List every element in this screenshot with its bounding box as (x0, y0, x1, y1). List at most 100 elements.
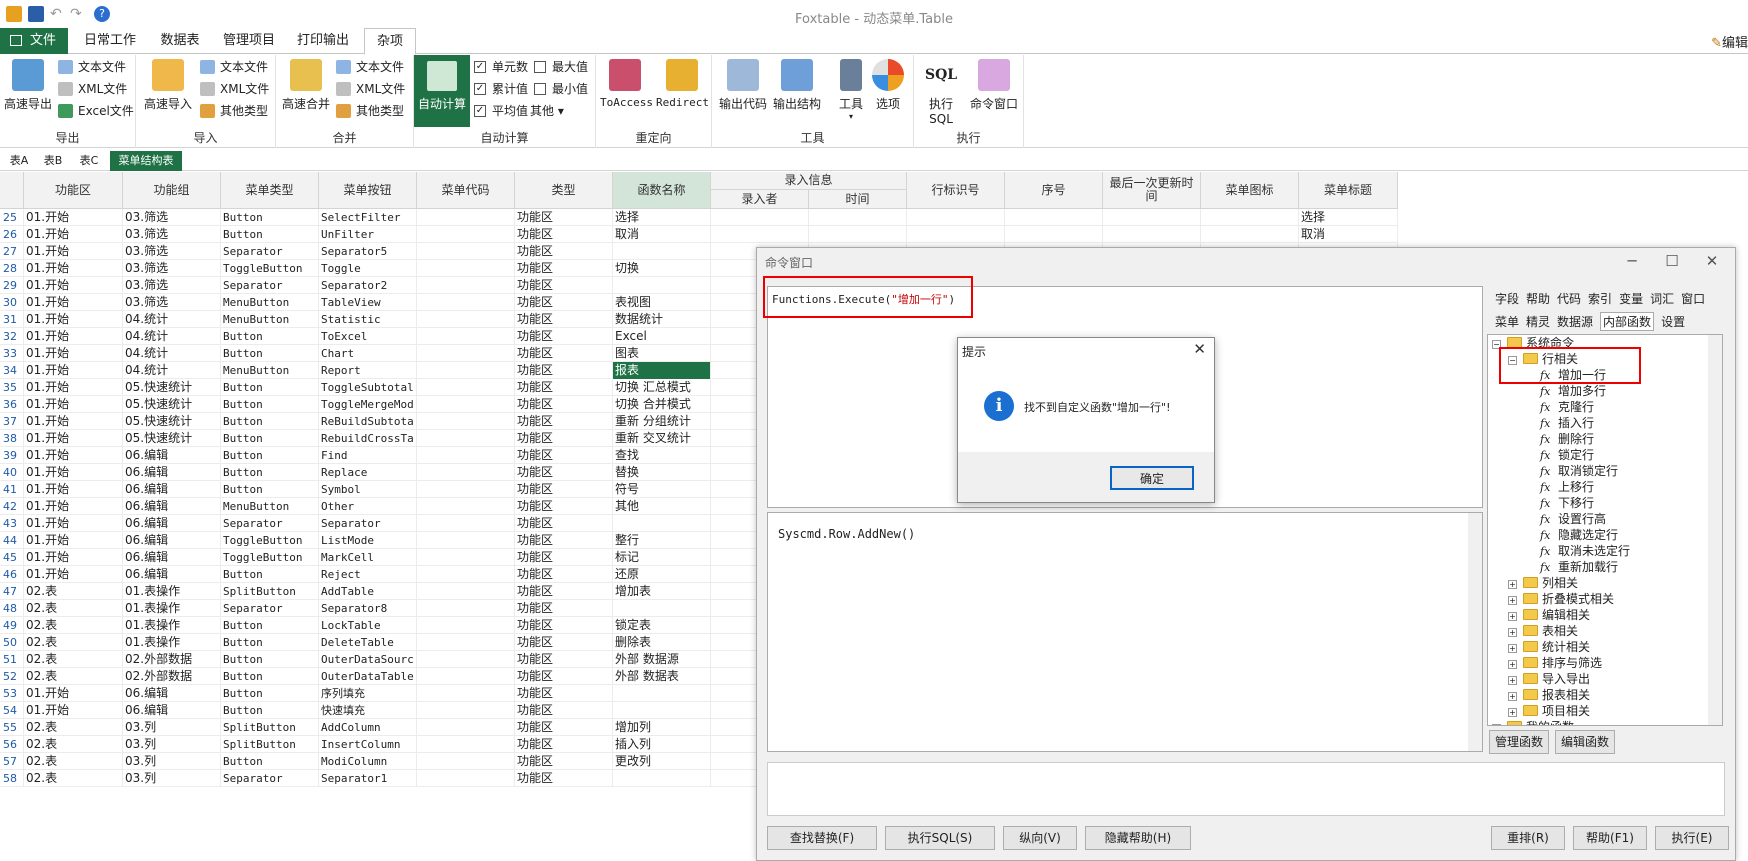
tools-button[interactable]: 工具 ▾ (836, 59, 866, 121)
table-cell[interactable]: 查找 (613, 447, 711, 464)
help-f1-button[interactable]: 帮助(F1) (1573, 826, 1647, 850)
maximize-icon[interactable]: ☐ (1655, 250, 1689, 272)
table-cell[interactable]: SplitButton (221, 736, 319, 753)
table-cell[interactable]: Button (221, 226, 319, 243)
table-cell[interactable]: 02.表 (24, 770, 123, 787)
table-cell[interactable]: 功能区 (515, 719, 613, 736)
table-cell[interactable] (417, 634, 515, 651)
table-cell[interactable] (417, 328, 515, 345)
table-cell[interactable]: 03.筛选 (123, 277, 221, 294)
tree-function-item[interactable]: fx 删除行 (1540, 431, 1594, 447)
row-number[interactable]: 56 (0, 736, 24, 753)
table-cell[interactable]: 01.开始 (24, 345, 123, 362)
tree-function-item[interactable]: fx 插入行 (1540, 415, 1594, 431)
table-cell[interactable]: 锁定表 (613, 617, 711, 634)
table-cell[interactable]: 01.开始 (24, 328, 123, 345)
tree-function-item[interactable]: fx 取消锁定行 (1540, 463, 1618, 479)
export-excel-button[interactable]: Excel文件 (58, 101, 134, 121)
table-cell[interactable]: 04.统计 (123, 345, 221, 362)
table-cell[interactable]: 数据统计 (613, 311, 711, 328)
table-cell[interactable]: ModiColumn (319, 753, 417, 770)
row-number[interactable]: 50 (0, 634, 24, 651)
col-header[interactable]: 行标识号 (907, 172, 1005, 209)
table-cell[interactable]: Button (221, 617, 319, 634)
table-cell[interactable] (417, 362, 515, 379)
table-cell[interactable]: Button (221, 430, 319, 447)
table-cell[interactable]: 06.编辑 (123, 566, 221, 583)
rearrange-button[interactable]: 重排(R) (1491, 826, 1565, 850)
output-box[interactable] (767, 762, 1725, 816)
table-cell[interactable]: 01.开始 (24, 498, 123, 515)
tree-function-item[interactable]: fx 上移行 (1540, 479, 1594, 495)
table-cell[interactable]: 01.开始 (24, 532, 123, 549)
table-cell[interactable]: 功能区 (515, 685, 613, 702)
table-cell[interactable] (613, 243, 711, 260)
tree-group[interactable]: + 报表相关 (1508, 687, 1590, 703)
table-cell[interactable]: 功能区 (515, 702, 613, 719)
check-max[interactable]: 最大值 (534, 57, 588, 77)
sheet-tab-a[interactable]: 表A (4, 151, 34, 171)
tree-function-item[interactable]: fx 隐藏选定行 (1540, 527, 1618, 543)
table-cell[interactable]: 功能区 (515, 277, 613, 294)
table-cell[interactable]: 功能区 (515, 736, 613, 753)
row-number[interactable]: 31 (0, 311, 24, 328)
table-cell[interactable]: 03.筛选 (123, 209, 221, 226)
table-cell[interactable]: 符号 (613, 481, 711, 498)
table-cell[interactable]: 功能区 (515, 209, 613, 226)
table-cell[interactable]: Button (221, 464, 319, 481)
other-dropdown[interactable]: 其他 ▾ (530, 101, 564, 121)
table-cell[interactable]: 04.统计 (123, 328, 221, 345)
table-cell[interactable]: RebuildCrossTa (319, 430, 417, 447)
close-icon[interactable]: ✕ (1695, 250, 1729, 272)
table-cell[interactable]: 更改列 (613, 753, 711, 770)
table-cell[interactable]: 01.开始 (24, 277, 123, 294)
table-cell[interactable]: 切换 (613, 260, 711, 277)
table-cell[interactable]: Button (221, 753, 319, 770)
table-cell[interactable]: 01.开始 (24, 396, 123, 413)
table-cell[interactable]: SplitButton (221, 719, 319, 736)
table-cell[interactable]: 03.筛选 (123, 294, 221, 311)
edit-functions-button[interactable]: 编辑函数 (1555, 730, 1615, 754)
table-cell[interactable]: 03.列 (123, 719, 221, 736)
table-cell[interactable]: 功能区 (515, 583, 613, 600)
table-cell[interactable]: 06.编辑 (123, 464, 221, 481)
import-other-button[interactable]: 其他类型 (200, 101, 268, 121)
table-cell[interactable] (417, 668, 515, 685)
table-cell[interactable]: Button (221, 379, 319, 396)
table-cell[interactable]: 01.开始 (24, 430, 123, 447)
table-cell[interactable]: Button (221, 345, 319, 362)
table-cell[interactable]: 04.统计 (123, 362, 221, 379)
merge-text-button[interactable]: 文本文件 (336, 57, 404, 77)
col-header[interactable]: 函数名称 (613, 172, 711, 209)
tab-index[interactable]: 索引 (1588, 290, 1612, 307)
table-cell[interactable]: SelectFilter (319, 209, 417, 226)
table-cell[interactable]: Button (221, 209, 319, 226)
tab-variable[interactable]: 变量 (1619, 290, 1643, 307)
minimize-icon[interactable]: ─ (1615, 250, 1649, 272)
tab-datatable[interactable]: 数据表 (150, 28, 210, 54)
col-header-group[interactable]: 录入信息 (711, 172, 907, 190)
table-cell[interactable]: SplitButton (221, 583, 319, 600)
table-cell[interactable]: 替换 (613, 464, 711, 481)
table-cell[interactable] (809, 209, 907, 226)
table-cell[interactable]: Replace (319, 464, 417, 481)
row-number[interactable]: 49 (0, 617, 24, 634)
table-cell[interactable]: 05.快速统计 (123, 430, 221, 447)
table-cell[interactable]: 功能区 (515, 770, 613, 787)
exec-sql-cmd-button[interactable]: 执行SQL(S) (885, 826, 995, 850)
tree-function-item[interactable]: fx 增加多行 (1540, 383, 1606, 399)
table-cell[interactable]: Excel (613, 328, 711, 345)
table-cell[interactable]: 01.开始 (24, 260, 123, 277)
row-number[interactable]: 37 (0, 413, 24, 430)
table-cell[interactable]: 01.开始 (24, 464, 123, 481)
table-cell[interactable] (907, 209, 1005, 226)
table-cell[interactable]: 02.外部数据 (123, 651, 221, 668)
tab-file[interactable]: 文件 (0, 28, 68, 54)
table-cell[interactable]: 其他 (613, 498, 711, 515)
import-xml-button[interactable]: XML文件 (200, 79, 269, 99)
table-cell[interactable]: InsertColumn (319, 736, 417, 753)
table-cell[interactable]: Separator2 (319, 277, 417, 294)
fast-export-button[interactable]: 高速导出 (2, 59, 54, 112)
table-cell[interactable]: 01.表操作 (123, 583, 221, 600)
options-button[interactable]: 选项 (872, 59, 904, 112)
